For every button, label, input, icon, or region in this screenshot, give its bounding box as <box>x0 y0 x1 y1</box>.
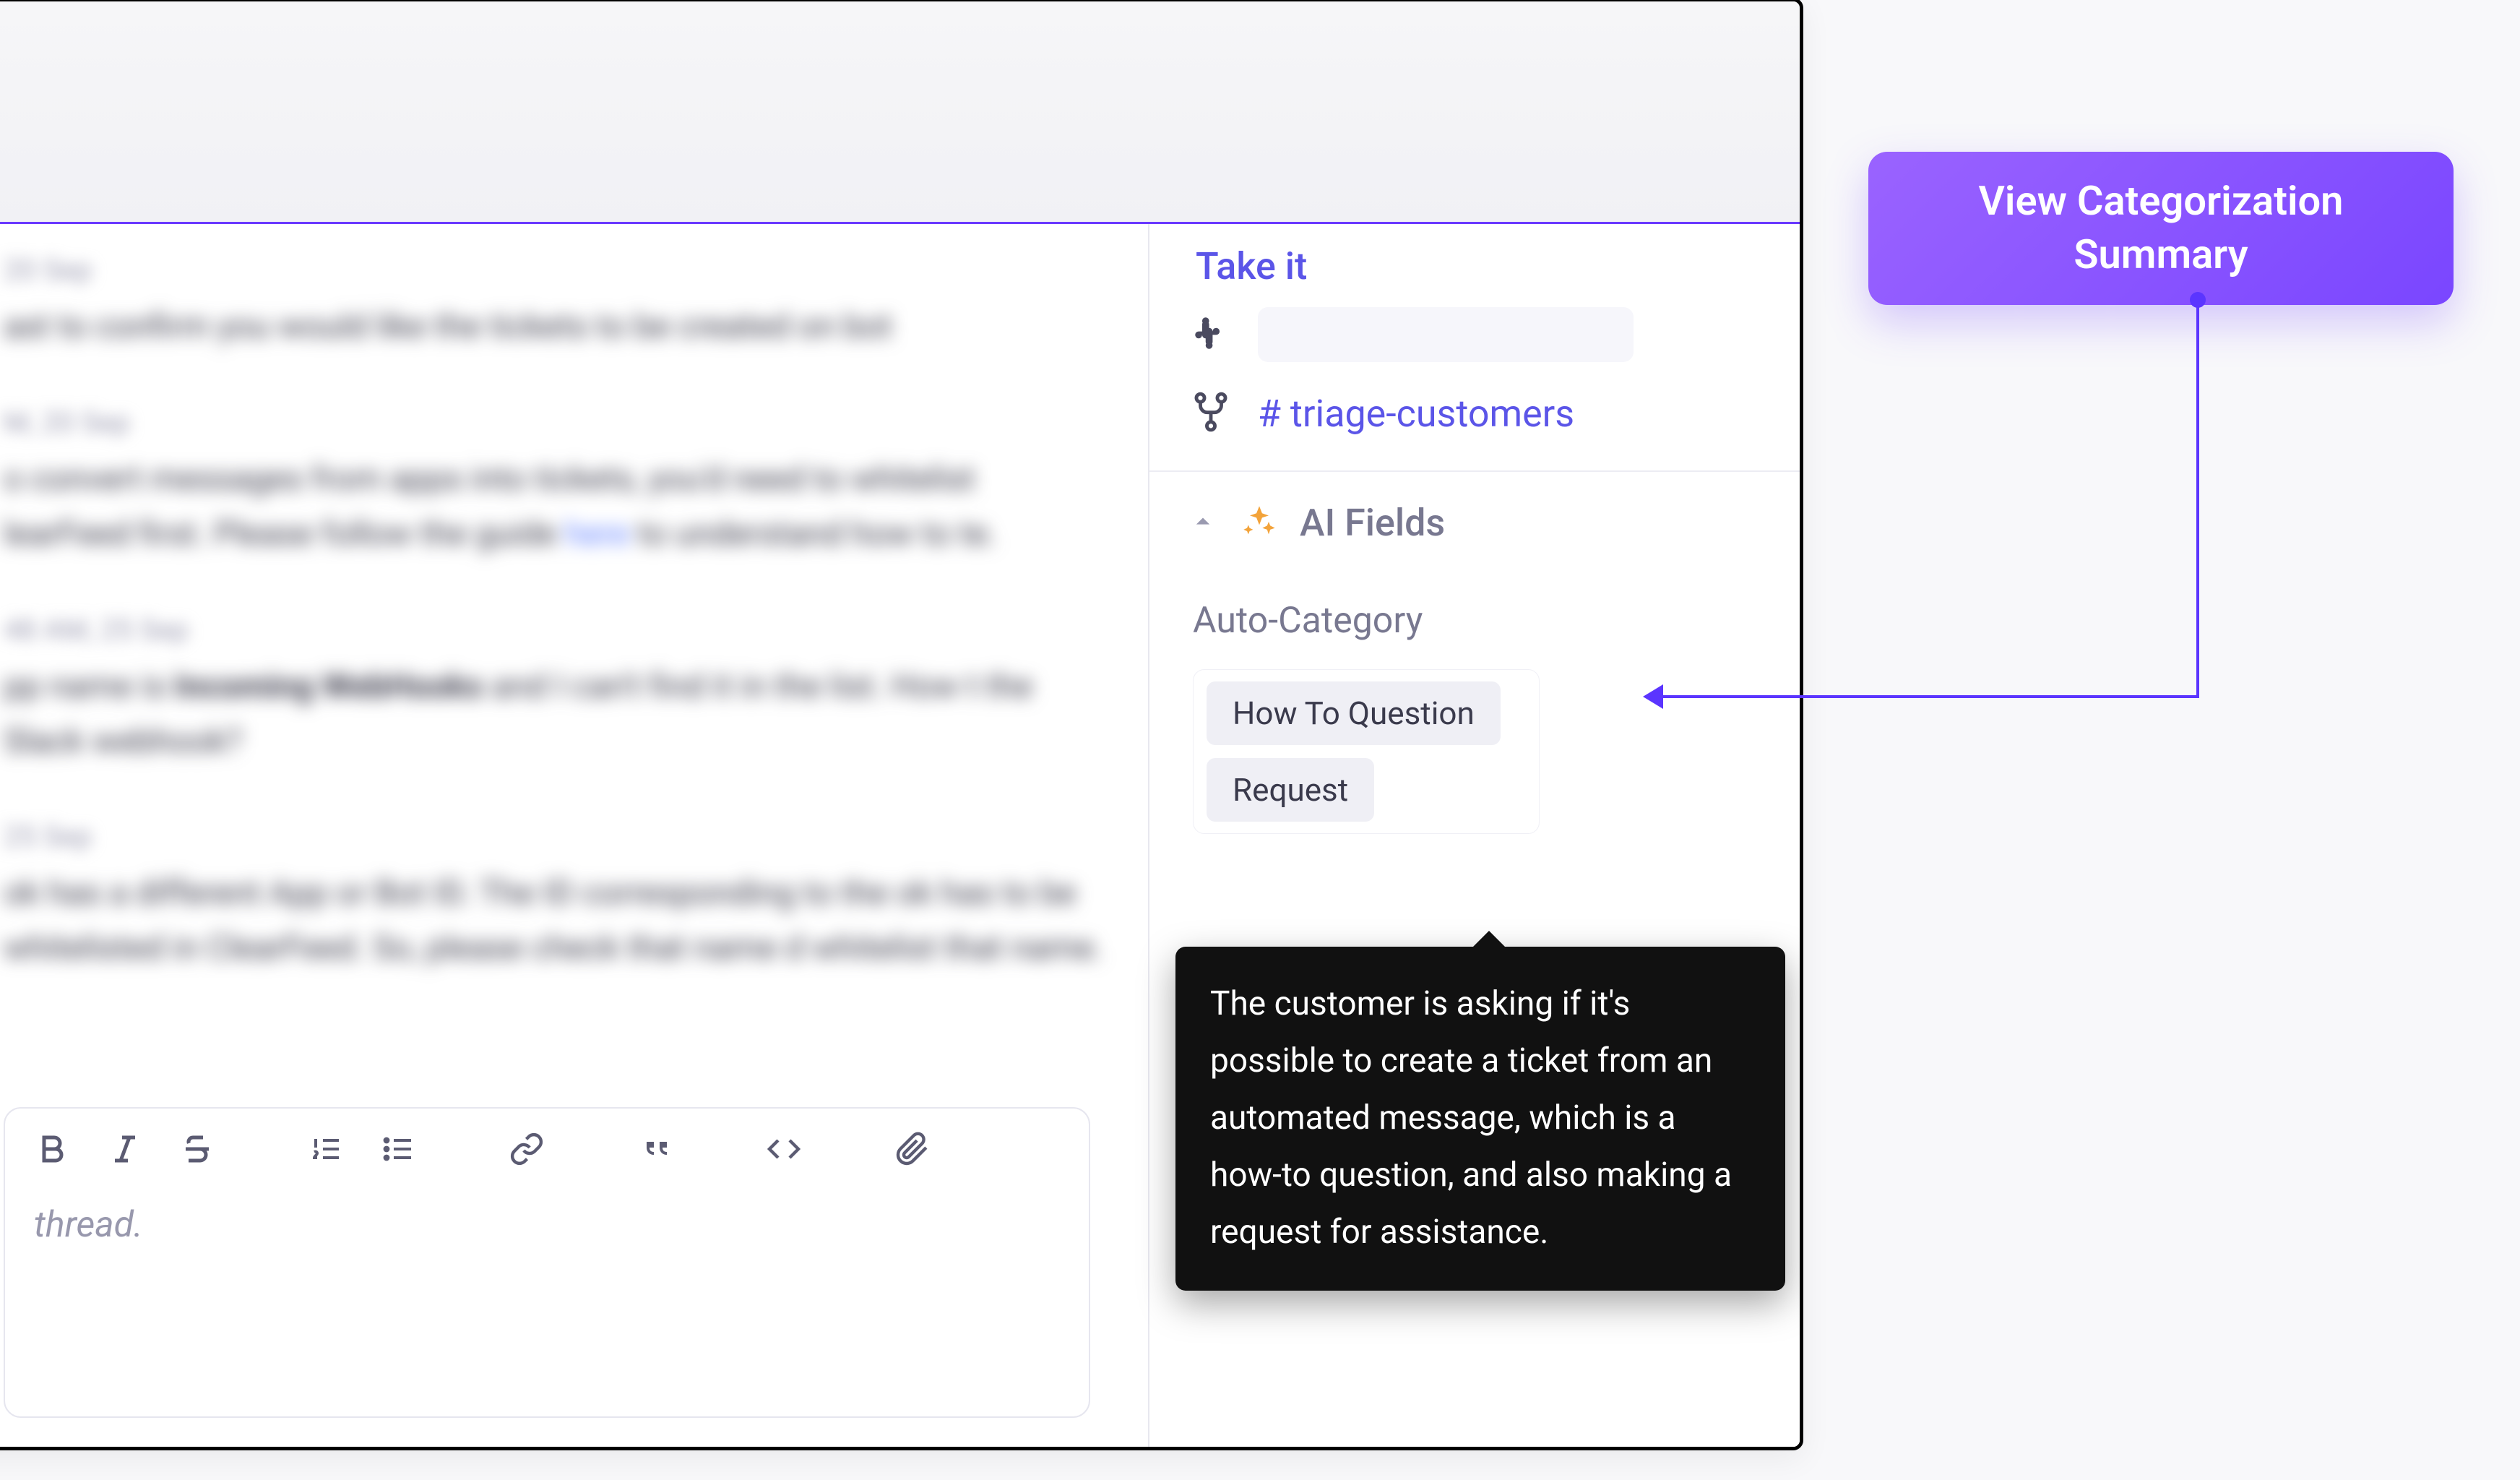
callout-line2: Summary <box>2074 231 2248 278</box>
ai-fields-title: AI Fields <box>1300 501 1445 545</box>
workspace-row <box>1149 294 1800 375</box>
message-body: o convert messages from apps into ticket… <box>4 452 1105 562</box>
callout-view-categorization-summary: View Categorization Summary <box>1868 152 2454 305</box>
categorization-summary-tooltip: The customer is asking if it's possible … <box>1175 947 1785 1291</box>
message-timestamp: 20 Sep <box>4 253 1105 287</box>
take-it-link[interactable]: Take it <box>1149 224 1800 294</box>
message-timestamp: M, 20 Sep <box>4 405 1105 439</box>
ordered-list-icon[interactable] <box>307 1130 345 1168</box>
fork-icon <box>1190 391 1232 436</box>
chevron-up-icon <box>1187 506 1219 541</box>
conversation-column: 20 Sep ast to confirm you would like the… <box>0 224 1149 1447</box>
auto-category-tags[interactable]: How To Question Request <box>1193 669 1540 834</box>
italic-icon[interactable] <box>106 1130 144 1168</box>
bold-icon[interactable] <box>34 1130 72 1168</box>
channel-row[interactable]: # triage-customers <box>1149 375 1800 470</box>
message-body: ast to confirm you would like the ticket… <box>4 300 1105 355</box>
link-icon[interactable] <box>508 1130 545 1168</box>
callout-connector-vertical <box>2196 299 2199 698</box>
app-body: 20 Sep ast to confirm you would like the… <box>0 222 1800 1447</box>
reply-composer[interactable]: thread. <box>4 1107 1090 1418</box>
channel-name[interactable]: # triage-customers <box>1258 392 1574 436</box>
sparkle-icon <box>1240 503 1278 543</box>
callout-line1: View Categorization <box>1979 177 2344 225</box>
quote-icon[interactable] <box>637 1130 674 1168</box>
attach-icon[interactable] <box>894 1130 931 1168</box>
ai-fields-section-header[interactable]: AI Fields <box>1149 472 1800 552</box>
auto-category-label: Auto-Category <box>1149 552 1800 669</box>
message-body: ok has a different App or Bot ID. The ID… <box>4 866 1105 976</box>
bullet-list-icon[interactable] <box>379 1130 417 1168</box>
composer-placeholder[interactable]: thread. <box>34 1204 1060 1246</box>
strikethrough-icon[interactable] <box>178 1130 216 1168</box>
workspace-chip[interactable] <box>1258 307 1634 362</box>
callout-connector-horizontal <box>1663 695 2199 698</box>
callout-arrowhead <box>1643 684 1663 709</box>
slack-icon <box>1190 312 1232 357</box>
code-icon[interactable] <box>765 1130 803 1168</box>
message-timestamp: 25 Sep <box>4 819 1105 853</box>
message-timestamp: 48 AM, 25 Sep <box>4 613 1105 647</box>
category-tag[interactable]: How To Question <box>1207 681 1501 745</box>
category-tag[interactable]: Request <box>1207 758 1374 822</box>
details-sidebar: Take it # triage-customers <box>1149 224 1800 1447</box>
message-body: pp name is Incoming WebHooks and I can't… <box>4 660 1105 770</box>
composer-toolbar <box>34 1130 1060 1168</box>
window-header-area <box>0 1 1800 222</box>
app-window: 20 Sep ast to confirm you would like the… <box>0 0 1803 1450</box>
